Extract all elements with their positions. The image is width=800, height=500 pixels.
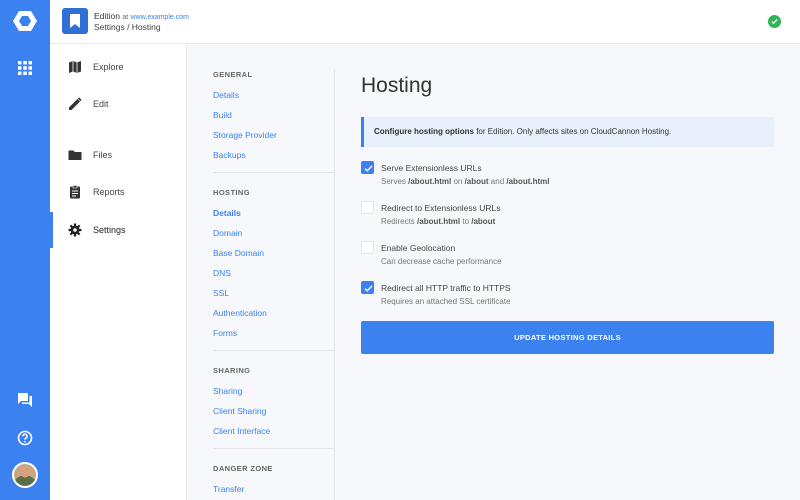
subnav-link-general-details[interactable]: Details — [213, 90, 239, 100]
nav-item-explore[interactable]: Explore — [50, 49, 187, 85]
subnav-link-ssl[interactable]: SSL — [213, 288, 229, 298]
apps-grid-icon[interactable] — [18, 61, 32, 75]
site-url-link[interactable]: www.example.com — [131, 14, 189, 21]
top-header: Edition at www.example.com Settings / Ho… — [50, 0, 800, 44]
page-title: Hosting — [361, 74, 433, 97]
option-hint: Serves /about.html on /about and /about.… — [381, 177, 550, 186]
site-title[interactable]: Edition — [94, 11, 120, 21]
gear-icon — [68, 223, 82, 237]
nav-label: Files — [93, 150, 113, 160]
cloudcannon-logo-icon[interactable] — [12, 10, 38, 32]
app-rail — [0, 0, 50, 500]
subnav-divider — [213, 448, 335, 449]
option-hint: Can decrease cache performance — [381, 257, 502, 266]
nav-label: Reports — [93, 187, 125, 197]
subnav-link-sharing[interactable]: Sharing — [213, 386, 242, 396]
breadcrumb: Settings / Hosting — [94, 22, 161, 32]
option-title[interactable]: Redirect all HTTP traffic to HTTPS — [381, 283, 511, 293]
subnav-divider — [213, 350, 335, 351]
nav-item-reports[interactable]: Reports — [50, 174, 187, 210]
option-redirect-extensionless-urls: Redirect to Extensionless URLs Redirects… — [361, 201, 774, 233]
option-hint: Redirects /about.html to /about — [381, 217, 496, 226]
option-redirect-https: Redirect all HTTP traffic to HTTPS Requi… — [361, 281, 774, 313]
section-title-danger-zone: DANGER ZONE — [213, 464, 273, 473]
section-title-sharing: SHARING — [213, 366, 251, 375]
checkbox-redirect-https[interactable] — [361, 281, 374, 294]
avatar[interactable] — [12, 462, 38, 488]
section-title-general: GENERAL — [213, 70, 253, 79]
option-hint: Requires an attached SSL certificate — [381, 297, 511, 306]
main-content: Hosting Configure hosting options for Ed… — [335, 44, 800, 500]
pencil-icon — [68, 97, 82, 111]
map-icon — [68, 60, 82, 74]
subnav-link-base-domain[interactable]: Base Domain — [213, 248, 264, 258]
site-thumbnail[interactable] — [62, 8, 88, 34]
checkbox-enable-geolocation[interactable] — [361, 241, 374, 254]
notice-text: Configure hosting options for Edition. O… — [374, 127, 671, 136]
sync-status-check-icon[interactable] — [768, 15, 781, 28]
checkbox-serve-extensionless[interactable] — [361, 161, 374, 174]
primary-nav: Explore Edit Files Reports Settings — [50, 44, 187, 500]
subnav-link-hosting-details[interactable]: Details — [213, 208, 241, 218]
subnav-link-client-sharing[interactable]: Client Sharing — [213, 406, 266, 416]
nav-label: Explore — [93, 62, 124, 72]
check-icon — [364, 285, 373, 292]
subnav-link-storage-provider[interactable]: Storage Provider — [213, 130, 277, 140]
subnav-divider — [213, 172, 335, 173]
subnav-link-forms[interactable]: Forms — [213, 328, 237, 338]
bookmark-icon — [70, 14, 80, 28]
subnav-link-authentication[interactable]: Authentication — [213, 308, 267, 318]
option-enable-geolocation: Enable Geolocation Can decrease cache pe… — [361, 241, 774, 273]
nav-item-settings[interactable]: Settings — [50, 212, 187, 248]
notice-strong: Configure hosting options — [374, 127, 474, 136]
nav-label: Settings — [93, 225, 126, 235]
subnav-link-dns[interactable]: DNS — [213, 268, 231, 278]
option-title[interactable]: Serve Extensionless URLs — [381, 163, 482, 173]
option-title[interactable]: Enable Geolocation — [381, 243, 455, 253]
nav-label: Edit — [93, 99, 109, 109]
subnav-link-transfer[interactable]: Transfer — [213, 484, 244, 494]
subnav-link-build[interactable]: Build — [213, 110, 232, 120]
help-icon[interactable] — [17, 430, 33, 446]
site-at-text: at — [122, 14, 129, 21]
notice-rest: for Edition. Only affects sites on Cloud… — [473, 127, 672, 136]
settings-subnav: GENERAL Details Build Storage Provider B… — [187, 44, 335, 500]
site-name: Edition at www.example.com — [94, 11, 189, 21]
subnav-link-domain[interactable]: Domain — [213, 228, 242, 238]
folder-icon — [68, 148, 82, 162]
check-icon — [364, 165, 373, 172]
nav-item-edit[interactable]: Edit — [50, 86, 187, 122]
chat-icon[interactable] — [17, 392, 33, 408]
option-serve-extensionless-urls: Serve Extensionless URLs Serves /about.h… — [361, 161, 774, 193]
clipboard-icon — [68, 185, 82, 199]
subnav-link-backups[interactable]: Backups — [213, 150, 246, 160]
nav-item-files[interactable]: Files — [50, 137, 187, 173]
checkbox-redirect-extensionless[interactable] — [361, 201, 374, 214]
section-title-hosting: HOSTING — [213, 188, 250, 197]
option-title[interactable]: Redirect to Extensionless URLs — [381, 203, 501, 213]
info-notice: Configure hosting options for Edition. O… — [361, 117, 774, 147]
update-hosting-details-button[interactable]: UPDATE HOSTING DETAILS — [361, 321, 774, 354]
subnav-link-client-interface[interactable]: Client Interface — [213, 426, 270, 436]
